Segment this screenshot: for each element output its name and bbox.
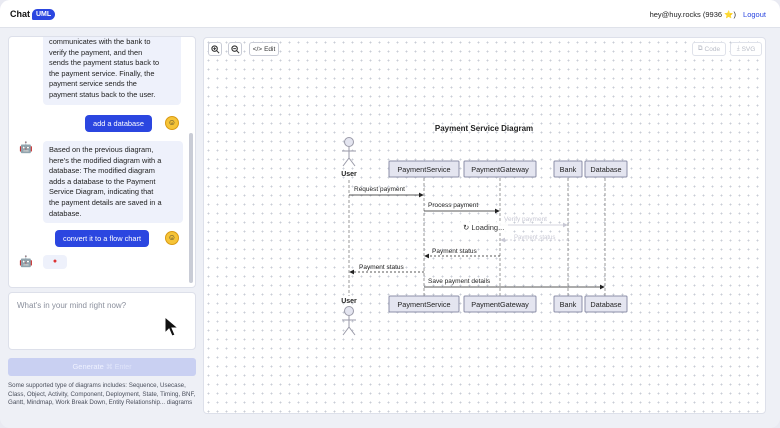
generate-label: Generate — [72, 362, 104, 371]
message-line: database: The modified diagram — [49, 166, 155, 176]
message-label: Request payment — [354, 186, 405, 193]
message-line: sends the payment status back to — [49, 58, 160, 68]
user-avatar-icon: ☺ — [165, 116, 179, 130]
diagram-canvas[interactable]: </> Edit ⧉ Code ⤓ SVG Payment Service Di… — [203, 37, 766, 414]
actor-label: User — [341, 298, 357, 305]
logo-badge: UML — [32, 8, 56, 20]
participant-label: PaymentService — [397, 300, 450, 309]
message-line: communicates with the bank to — [49, 37, 151, 46]
message-label: Payment status — [432, 248, 478, 255]
message-label: Payment status — [359, 264, 405, 271]
loading-indicator: ↻ Loading... — [459, 222, 509, 233]
user-account: hey@huy.rocks (9936 ⭐) — [649, 10, 736, 19]
chat-scrollbar[interactable] — [189, 133, 193, 283]
message-line: payment service sends the — [49, 79, 137, 89]
message-line: Service Diagram, indicating that — [49, 187, 154, 197]
actor-label: User — [341, 171, 357, 178]
mouse-cursor-icon — [164, 316, 180, 337]
user-avatar-icon: ☺ — [165, 231, 179, 245]
top-bar: Chat UML hey@huy.rocks (9936 ⭐) Logout — [0, 0, 780, 28]
participant-label: PaymentGateway — [471, 300, 529, 309]
diagram-title: Payment Service Diagram — [435, 124, 533, 133]
spinner-icon: ↻ — [463, 223, 470, 232]
message-line: the payment service. Finally, the — [49, 68, 155, 78]
typing-indicator: ● — [43, 255, 67, 269]
actor-user-top — [342, 137, 356, 167]
user-message: convert it to a flow chart — [55, 230, 150, 247]
logout-link[interactable]: Logout — [743, 10, 766, 19]
message-label: Process payment — [428, 202, 478, 209]
message-line: payment status back to the user. — [49, 89, 156, 99]
participant-label: Database — [590, 300, 621, 309]
message-line: Based on the previous diagram, — [49, 145, 154, 154]
participant-label: PaymentGateway — [471, 165, 529, 174]
message-label: Save payment details — [428, 278, 491, 285]
message-line: database. — [49, 208, 82, 218]
chat-panel: communicates with the bank to verify the… — [8, 36, 196, 288]
user-message: add a database — [85, 115, 152, 132]
message-label: Verify payment — [504, 216, 547, 223]
participant-label: Bank — [560, 165, 577, 174]
message-line: the payment details are saved in a — [49, 197, 162, 207]
app-window: Chat UML hey@huy.rocks (9936 ⭐) Logout c… — [0, 0, 780, 428]
message-line: adds a database to the Payment — [49, 176, 156, 186]
message-line: verify the payment, and then — [49, 47, 143, 57]
loading-label: Loading... — [471, 223, 505, 232]
generate-shortcut: ⌘ Enter — [105, 364, 132, 371]
participant-label: Bank — [560, 300, 577, 309]
participant-label: PaymentService — [397, 165, 450, 174]
generate-button[interactable]: Generate ⌘ Enter — [8, 358, 196, 376]
participant-label: Database — [590, 165, 621, 174]
supported-diagrams-text: Some supported type of diagrams includes… — [8, 382, 196, 407]
bot-message: Based on the previous diagram, here's th… — [43, 141, 183, 224]
robot-icon: 🤖 — [19, 142, 33, 154]
robot-icon: 🤖 — [19, 256, 33, 268]
message-line: here's the modified diagram with a — [49, 155, 162, 165]
logo[interactable]: Chat UML — [10, 5, 56, 23]
bot-message: communicates with the bank to verify the… — [43, 37, 181, 105]
logo-text: Chat — [10, 9, 30, 19]
actor-user-bottom — [342, 306, 356, 336]
